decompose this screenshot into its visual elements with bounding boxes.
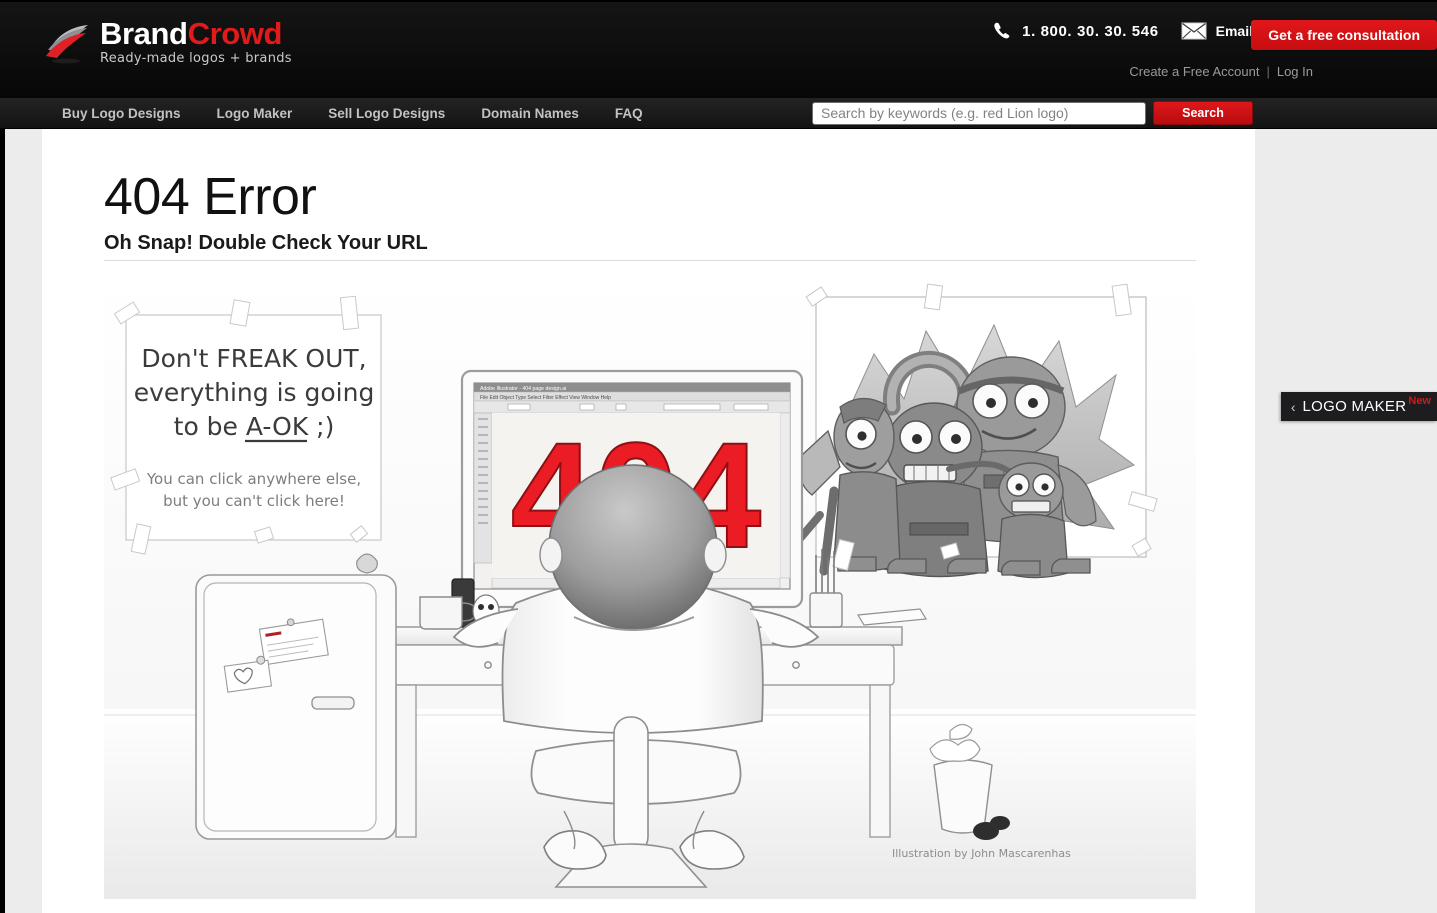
left-gutter	[5, 129, 42, 913]
site-header: BrandCrowd Ready-made logos + brands 1. …	[0, 0, 1437, 98]
illustrator-title-bar: Adobe Illustrator - 404 page design.ai	[480, 386, 566, 392]
logo-maker-side-tab[interactable]: ‹ LOGO MAKER New	[1280, 392, 1437, 421]
note-small-line-2: but you can't click here!	[163, 492, 345, 510]
illustration-monster-poster	[782, 283, 1158, 579]
nav-item-logo-maker[interactable]: Logo Maker	[199, 106, 311, 121]
search-input[interactable]	[812, 101, 1146, 125]
note-small-line-1: You can click anywhere else,	[146, 470, 361, 488]
illustration-credit: Illustration by John Mascarenhas	[892, 847, 1071, 860]
side-tab-label: LOGO MAKER	[1302, 398, 1407, 415]
illustration-filing-cabinet	[195, 553, 397, 840]
account-links: Create a Free Account | Log In	[1129, 64, 1313, 79]
logo-text-crowd: Crowd	[187, 15, 283, 51]
create-account-link[interactable]: Create a Free Account	[1129, 64, 1259, 79]
nav-item-buy-logo-designs[interactable]: Buy Logo Designs	[42, 106, 199, 121]
nav-item-sell-logo-designs[interactable]: Sell Logo Designs	[310, 106, 463, 121]
title-divider	[104, 260, 1196, 261]
search-bar: Search	[812, 101, 1253, 125]
email-link[interactable]: Email	[1216, 23, 1253, 39]
note-line-1: Don't FREAK OUT,	[141, 344, 366, 373]
main-navbar: Buy Logo Designs Logo Maker Sell Logo De…	[0, 98, 1437, 129]
illustrator-menu-bar: File Edit Object Type Select Filter Effe…	[480, 395, 611, 401]
search-button[interactable]: Search	[1153, 101, 1253, 125]
envelope-icon	[1181, 22, 1207, 40]
login-link[interactable]: Log In	[1277, 64, 1313, 79]
logo-text-brand: Brand	[100, 15, 188, 51]
right-gutter	[1255, 129, 1437, 913]
page-root: BrandCrowd Ready-made logos + brands 1. …	[0, 0, 1437, 913]
page-title: 404 Error	[104, 168, 317, 226]
site-logo[interactable]: BrandCrowd Ready-made logos + brands	[42, 16, 292, 66]
header-phone-number: 1. 800. 30. 30. 546	[1022, 22, 1159, 40]
nav-item-faq[interactable]: FAQ	[597, 106, 661, 121]
note-line-3: to be A-OK ;)	[174, 412, 335, 441]
brandcrowd-logo-icon	[42, 16, 94, 66]
nav-item-domain-names[interactable]: Domain Names	[463, 106, 597, 121]
content-panel: 404 Error Oh Snap! Double Check Your URL	[42, 129, 1255, 913]
get-free-consultation-button[interactable]: Get a free consultation	[1251, 20, 1437, 50]
illustration-note-paper: Don't FREAK OUT, everything is going to …	[110, 295, 382, 555]
new-badge: New	[1408, 395, 1431, 407]
account-links-separator: |	[1266, 64, 1270, 79]
note-line-2: everything is going	[134, 378, 375, 407]
chevron-left-icon: ‹	[1290, 398, 1296, 415]
nav-item-list: Buy Logo Designs Logo Maker Sell Logo De…	[42, 98, 661, 129]
page-subtitle: Oh Snap! Double Check Your URL	[104, 232, 428, 254]
phone-icon	[992, 20, 1014, 42]
logo-tagline: Ready-made logos + brands	[100, 50, 292, 66]
header-contact-row: 1. 800. 30. 30. 546 Email	[992, 20, 1253, 42]
error-illustration: Don't FREAK OUT, everything is going to …	[104, 279, 1196, 899]
